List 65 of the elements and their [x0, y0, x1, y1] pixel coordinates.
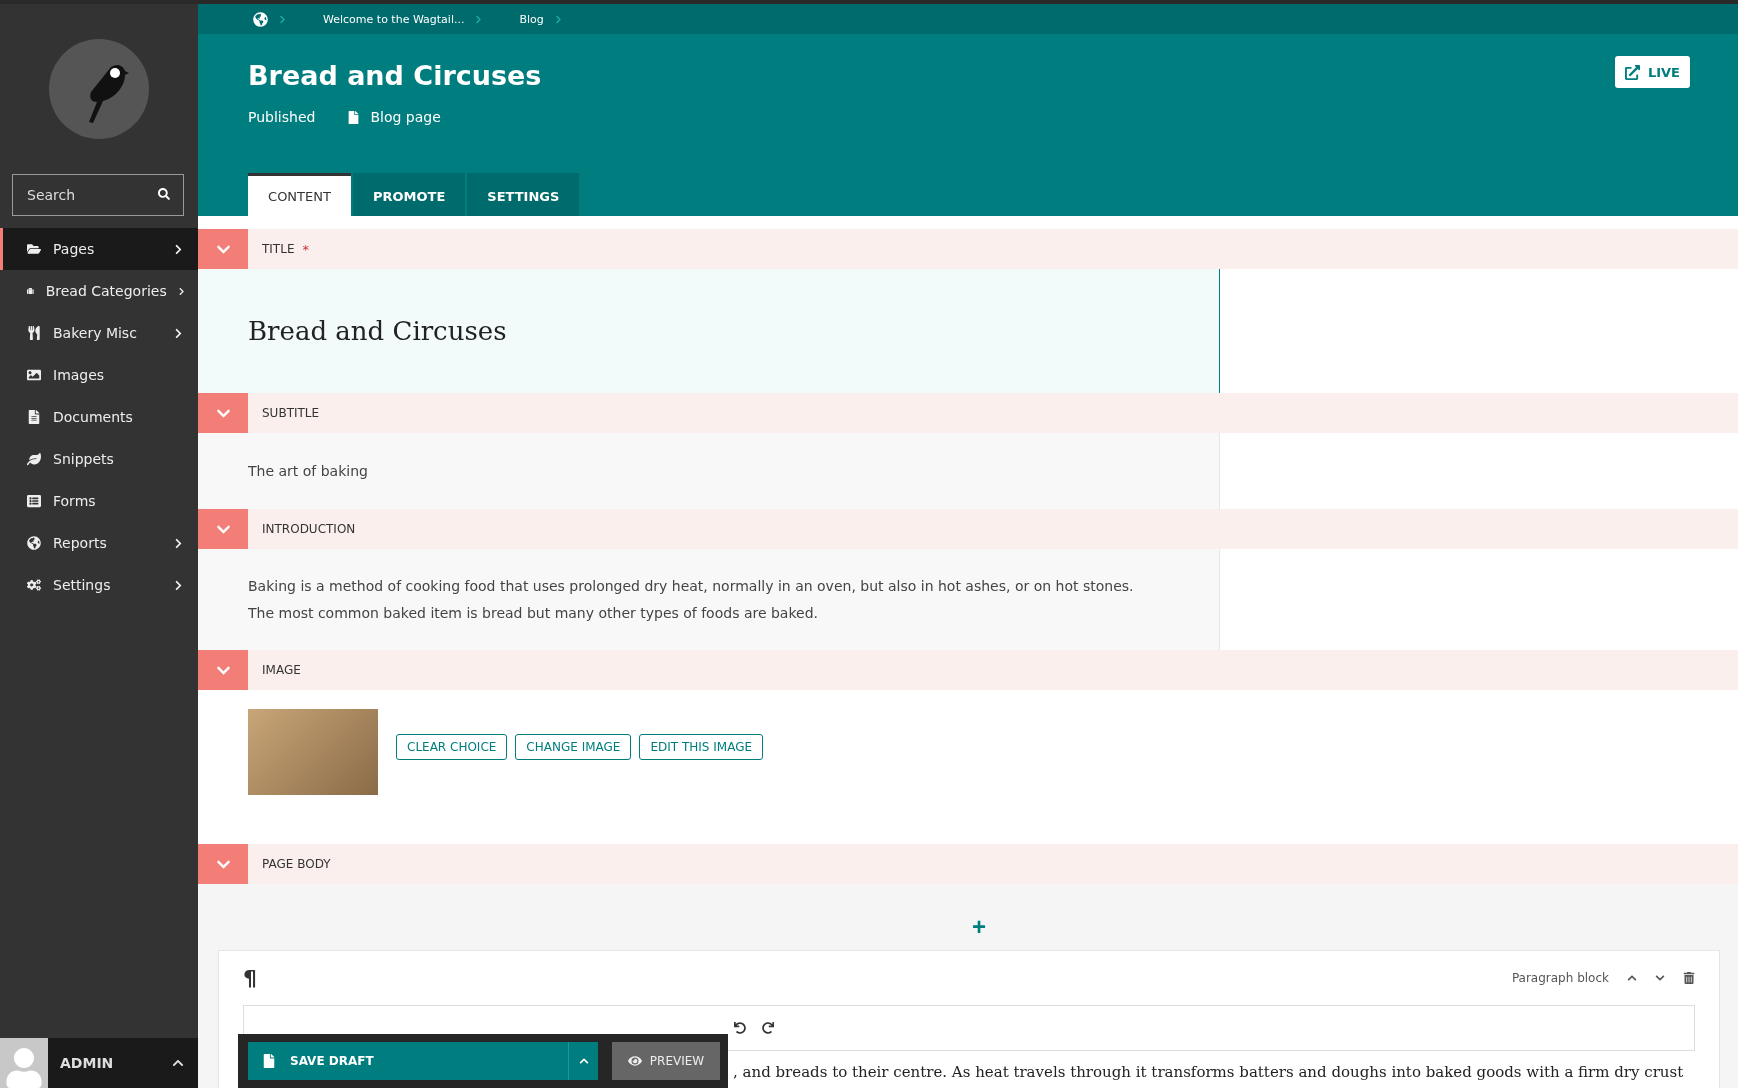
- user-bar[interactable]: ADMIN: [0, 1038, 198, 1088]
- user-name: ADMIN: [59, 1055, 115, 1071]
- field-label: TITLE: [262, 242, 295, 256]
- document-icon: [347, 110, 361, 124]
- image-icon: [27, 368, 41, 382]
- move-up-icon[interactable]: [1627, 973, 1637, 983]
- redo-icon[interactable]: [762, 1022, 774, 1034]
- sidebar-item[interactable]: Reports: [0, 522, 198, 564]
- globe-icon: [27, 536, 41, 550]
- chevron-right-icon: [474, 14, 484, 24]
- save-draft-button[interactable]: SAVE DRAFT: [248, 1042, 598, 1080]
- sidebar-item[interactable]: Settings: [0, 564, 198, 606]
- avatar: [0, 1038, 48, 1088]
- subtitle-field[interactable]: The art of baking: [198, 433, 1220, 509]
- title-field[interactable]: Bread and Circuses: [198, 269, 1220, 393]
- sidebar-item[interactable]: Snippets: [0, 438, 198, 480]
- preview-button[interactable]: PREVIEW: [612, 1042, 720, 1080]
- search-field[interactable]: Search: [12, 174, 184, 216]
- image-action-button[interactable]: EDIT THIS IMAGE: [639, 734, 764, 760]
- globe-icon[interactable]: [253, 11, 268, 27]
- folder-icon: [27, 242, 41, 256]
- search-icon[interactable]: [158, 188, 170, 200]
- sidebar-item[interactable]: Pages: [0, 228, 198, 270]
- paragraph-text: , and breads to their centre. As heat travels through it transforms batters and doughs into baked goods with a firm dry crust: [733, 1063, 1684, 1081]
- pilcrow-symbol: ¶: [243, 965, 258, 991]
- breadcrumb-link[interactable]: Welcome to the Wagtail...: [323, 12, 465, 26]
- trash-icon[interactable]: [1683, 972, 1695, 984]
- caret-up-icon[interactable]: [578, 1056, 589, 1066]
- external-link-icon: [1624, 64, 1640, 80]
- form-icon: [27, 494, 41, 508]
- field-label: INTRODUCTION: [262, 522, 356, 536]
- tab[interactable]: PROMOTE: [353, 173, 466, 216]
- tab[interactable]: CONTENT: [248, 173, 351, 216]
- gears-icon: [27, 578, 41, 592]
- chevron-right-icon: [553, 14, 563, 24]
- live-button[interactable]: LIVE: [1614, 56, 1690, 88]
- sidebar-item[interactable]: Documents: [0, 396, 198, 438]
- document-icon: [262, 1054, 276, 1068]
- sidebar-item[interactable]: Bread Categories: [0, 270, 198, 312]
- status-label: Published: [248, 109, 316, 125]
- page-title: Bread and Circuses: [248, 60, 542, 91]
- undo-icon[interactable]: [734, 1022, 746, 1034]
- move-down-icon[interactable]: [1655, 973, 1665, 983]
- add-block-button[interactable]: +: [966, 914, 992, 940]
- document-icon: [27, 410, 41, 424]
- introduction-field[interactable]: Baking is a method of cooking food that uses prolonged dry heat, normally in an oven, but also in hot ashes, or on hot stones. The most common baked item is bread but many other types of foods are baked.: [198, 549, 1220, 650]
- required-mark: *: [302, 241, 309, 257]
- chevron-right-icon: [278, 14, 287, 24]
- page-type-label: Blog page: [370, 109, 441, 125]
- field-label: PAGE BODY: [262, 857, 331, 871]
- breadcrumb-link[interactable]: Blog: [519, 12, 544, 26]
- block-type-label: Paragraph block: [1511, 971, 1609, 985]
- sidebar-item[interactable]: Images: [0, 354, 198, 396]
- cutlery-icon: [27, 326, 41, 340]
- leaf-icon: [27, 452, 41, 466]
- bird-logo[interactable]: [49, 39, 149, 139]
- field-label: SUBTITLE: [262, 406, 320, 420]
- tab[interactable]: SETTINGS: [467, 173, 580, 216]
- image-action-button[interactable]: CHANGE IMAGE: [515, 734, 632, 760]
- field-label: IMAGE: [262, 663, 301, 677]
- sidebar-item[interactable]: Bakery Misc: [0, 312, 198, 354]
- chevron-up-icon: [172, 1057, 184, 1069]
- sidebar-item[interactable]: Forms: [0, 480, 198, 522]
- eye-icon: [627, 1054, 642, 1068]
- image-action-button[interactable]: CLEAR CHOICE: [396, 734, 508, 760]
